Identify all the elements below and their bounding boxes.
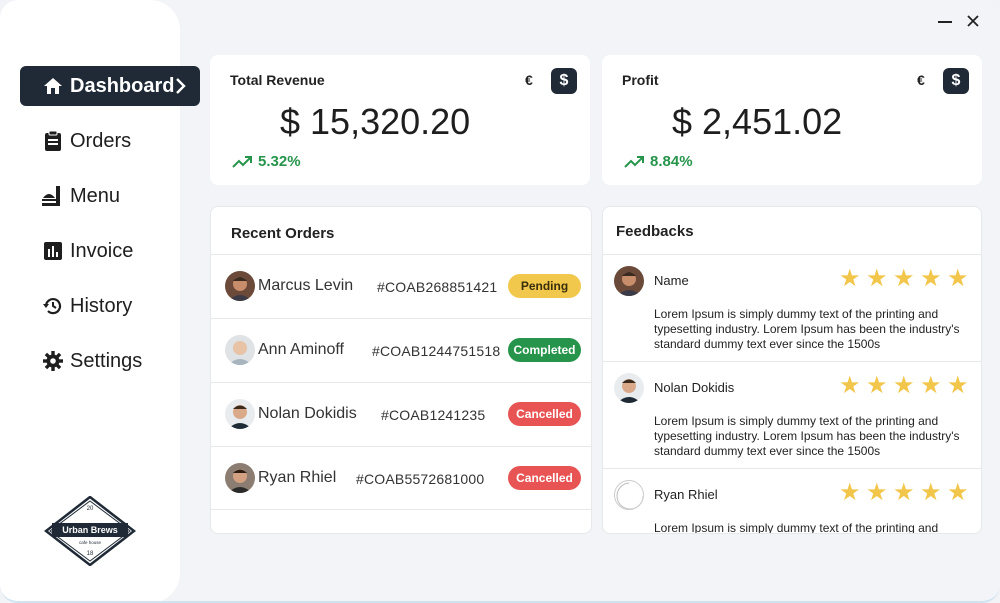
euro-currency-button[interactable]: € xyxy=(917,72,925,88)
status-badge: Completed xyxy=(508,338,581,362)
sidebar: Dashboard Orders Menu Invoice History Se… xyxy=(0,0,200,601)
logo-year-bottom: 18 xyxy=(87,551,94,557)
feedback-author: Nolan Dokidis xyxy=(654,380,735,395)
profit-title: Profit xyxy=(622,72,659,88)
logo-name: Urban Brews xyxy=(62,525,118,535)
star-icon: ★ xyxy=(920,265,942,292)
close-icon[interactable] xyxy=(962,10,984,32)
sidebar-item-label: History xyxy=(70,294,133,317)
bar-chart-icon xyxy=(42,240,64,262)
sidebar-item-label: Orders xyxy=(70,129,132,152)
status-badge: Cancelled xyxy=(508,466,581,490)
status-badge: Cancelled xyxy=(508,402,581,426)
feedbacks-title: Feedbacks xyxy=(616,223,694,240)
order-customer-name: Ann Aminoff xyxy=(258,341,344,358)
star-icon: ★ xyxy=(947,372,969,399)
avatar xyxy=(614,373,644,403)
sidebar-item-label: Dashboard xyxy=(70,74,175,97)
star-icon: ★ xyxy=(839,265,861,292)
avatar xyxy=(225,399,255,429)
feedback-text: Lorem Ipsum is simply dummy text of the … xyxy=(654,307,960,351)
minimize-icon[interactable] xyxy=(934,10,956,32)
sidebar-item-menu[interactable]: Menu xyxy=(20,176,200,216)
avatar xyxy=(225,271,255,301)
clipboard-icon xyxy=(42,130,64,152)
recent-orders-title: Recent Orders xyxy=(231,225,335,242)
sidebar-item-label: Invoice xyxy=(70,239,134,262)
sidebar-item-settings[interactable]: Settings xyxy=(20,341,200,381)
avatar xyxy=(614,480,644,510)
profit-trend: 8.84% xyxy=(624,153,693,170)
revenue-trend: 5.32% xyxy=(232,153,301,170)
dollar-currency-button[interactable]: $ xyxy=(943,68,969,94)
star-rating: ★ ★ ★ ★ ★ xyxy=(839,479,974,506)
feedback-item: Ryan Rhiel ★ ★ ★ ★ ★ Lorem Ipsum is simply d… xyxy=(603,468,981,534)
star-icon: ★ xyxy=(947,265,969,292)
feedback-text: Lorem Ipsum is simply dummy text of the … xyxy=(654,414,960,458)
star-icon: ★ xyxy=(920,372,942,399)
chevron-right-icon xyxy=(170,75,190,97)
sidebar-item-dashboard[interactable]: Dashboard xyxy=(20,66,200,106)
revenue-title: Total Revenue xyxy=(230,72,325,88)
sidebar-nav: Dashboard Orders Menu Invoice History Se… xyxy=(20,66,200,396)
profit-value: $ 2,451.02 xyxy=(672,101,843,142)
feedbacks-panel: Feedbacks Name ★ ★ ★ ★ ★ Lorem Ipsum is simp… xyxy=(602,206,982,534)
star-icon: ★ xyxy=(866,372,888,399)
order-row[interactable]: Marcus Levin #COAB268851421 Pending xyxy=(211,254,591,318)
order-id: #COAB5572681000 xyxy=(356,471,485,487)
order-id: #COAB268851421 xyxy=(377,279,498,295)
sidebar-item-label: Menu xyxy=(70,184,121,207)
trend-up-icon xyxy=(624,155,644,168)
trend-up-icon xyxy=(232,155,252,168)
recent-orders-panel: Recent Orders Marcus Levin #COAB26885142… xyxy=(210,206,592,534)
history-icon xyxy=(42,295,64,317)
star-icon: ★ xyxy=(920,479,942,506)
order-row[interactable]: Nolan Dokidis #COAB1241235 Cancelled xyxy=(211,382,591,446)
order-row[interactable]: Ann Aminoff #COAB1244751518 Completed xyxy=(211,318,591,382)
home-icon xyxy=(42,75,64,97)
feedback-item: Name ★ ★ ★ ★ ★ Lorem Ipsum is simply dummy t… xyxy=(603,254,981,361)
star-icon: ★ xyxy=(839,372,861,399)
star-rating: ★ ★ ★ ★ ★ xyxy=(839,372,974,399)
revenue-trend-value: 5.32% xyxy=(258,153,301,170)
order-id: #COAB1241235 xyxy=(381,407,486,423)
sidebar-item-history[interactable]: History xyxy=(20,286,200,326)
sidebar-item-label: Settings xyxy=(70,349,143,372)
app-window: Dashboard Orders Menu Invoice History Se… xyxy=(0,0,1000,603)
logo-tagline: cafe house xyxy=(79,540,102,545)
gear-icon xyxy=(42,350,64,372)
star-icon: ★ xyxy=(893,372,915,399)
feedback-author: Name xyxy=(654,273,689,288)
star-icon: ★ xyxy=(866,479,888,506)
avatar xyxy=(614,266,644,296)
star-icon: ★ xyxy=(839,479,861,506)
sidebar-item-orders[interactable]: Orders xyxy=(20,121,200,161)
order-row[interactable]: Ryan Rhiel #COAB5572681000 Cancelled xyxy=(211,446,591,510)
brand-logo: 20 Urban Brews cafe house 18 xyxy=(43,495,137,567)
star-icon: ★ xyxy=(947,479,969,506)
food-tray-icon xyxy=(42,185,64,207)
star-icon: ★ xyxy=(893,479,915,506)
profit-card: Profit € $ $ 2,451.02 8.84% xyxy=(602,55,982,185)
sidebar-item-invoice[interactable]: Invoice xyxy=(20,231,200,271)
status-badge: Pending xyxy=(508,274,581,298)
dollar-currency-button[interactable]: $ xyxy=(551,68,577,94)
feedback-text: Lorem Ipsum is simply dummy text of the … xyxy=(654,521,939,534)
order-customer-name: Ryan Rhiel xyxy=(258,469,337,486)
logo-year-top: 20 xyxy=(87,506,94,512)
feedback-author: Ryan Rhiel xyxy=(654,487,718,502)
profit-trend-value: 8.84% xyxy=(650,153,693,170)
star-icon: ★ xyxy=(893,265,915,292)
avatar xyxy=(225,463,255,493)
order-id: #COAB1244751518 xyxy=(372,343,501,359)
star-icon: ★ xyxy=(866,265,888,292)
feedback-item: Nolan Dokidis ★ ★ ★ ★ ★ Lorem Ipsum is simpl… xyxy=(603,361,981,468)
divider xyxy=(211,509,591,510)
order-customer-name: Nolan Dokidis xyxy=(258,405,357,422)
order-customer-name: Marcus Levin xyxy=(258,277,354,294)
euro-currency-button[interactable]: € xyxy=(525,72,533,88)
revenue-card: Total Revenue € $ $ 15,320.20 5.32% xyxy=(210,55,590,185)
avatar xyxy=(225,335,255,365)
star-rating: ★ ★ ★ ★ ★ xyxy=(839,265,974,292)
